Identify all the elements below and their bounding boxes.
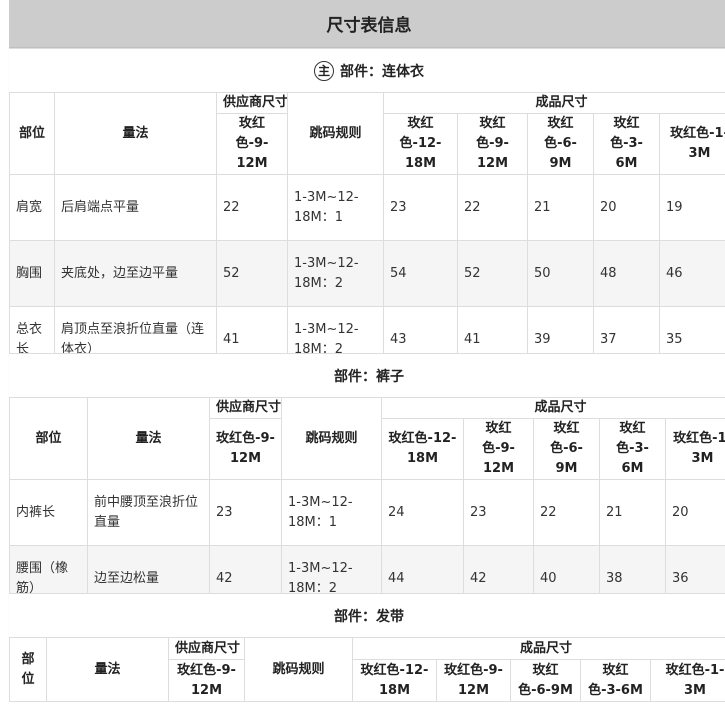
col-header-size: 玫红色-1-3M [649, 659, 725, 702]
cell-value: 22 [457, 174, 528, 241]
cell-value: 23 [463, 479, 534, 546]
col-header-size: 玫红色-3-6M [599, 418, 666, 480]
cell-value: 20 [593, 174, 660, 241]
cell-value: 22 [533, 479, 600, 546]
section-title-pants: 部件：裤子 [9, 353, 725, 398]
col-header-size: 玫红色-3-6M [593, 113, 660, 175]
cell-part: 肩宽 [9, 174, 55, 241]
size-table-bodysuit: 部位 量法 供应商尺寸 跳码规则 成品尺寸 玫红色-9-12M 玫红色-12-1… [9, 92, 725, 373]
cell-rule: 1-3M~12-18M：2 [287, 240, 384, 307]
col-header-rule: 跳码规则 [244, 637, 353, 702]
col-header-supplier: 供应商尺寸 [216, 92, 288, 114]
col-header-size: 玫红色-12-18M [352, 659, 437, 702]
col-header-method: 量法 [46, 637, 169, 702]
cell-value: 19 [658, 174, 725, 241]
main-badge-icon: 主 [314, 60, 334, 81]
size-table-pants: 部位 量法 供应商尺寸 跳码规则 成品尺寸 玫红色-9-12M 玫红色-12-1… [9, 397, 725, 612]
cell-value: 52 [457, 240, 528, 307]
col-header-size: 玫红色-6-9M [527, 113, 594, 175]
col-header-rule: 跳码规则 [287, 92, 384, 175]
cell-method: 前中腰顶至浪折位直量 [87, 479, 210, 546]
col-header-finished: 成品尺寸 [380, 397, 725, 419]
cell-value: 21 [527, 174, 594, 241]
table-row: 内裤长 前中腰顶至浪折位直量 23 1-3M~12-18M：1 24 23 22… [9, 479, 725, 546]
col-header-part: 部位 [9, 92, 55, 175]
cell-value: 20 [664, 479, 725, 546]
col-header-supplier: 供应商尺寸 [209, 397, 282, 419]
col-header-supplier-size: 玫红色-9-12M [209, 418, 282, 480]
cell-part: 内裤长 [9, 479, 88, 546]
cell-value: 24 [381, 479, 464, 546]
cell-method: 后肩端点平量 [54, 174, 217, 241]
table-row: 胸围 夹底处，边至边平量 52 1-3M~12-18M：2 54 52 50 4… [9, 240, 725, 307]
col-header-size: 玫红色-6-9M [533, 418, 600, 480]
col-header-size: 玫红色-12-18M [381, 418, 464, 480]
size-chart-page: 尺寸表信息 主 部件：连体衣 部位 量法 供应商尺寸 跳码规则 成品尺寸 玫红色… [0, 0, 725, 705]
col-header-rule: 跳码规则 [281, 397, 382, 480]
col-header-part: 部位 [9, 397, 88, 480]
cell-supplier: 22 [216, 174, 288, 241]
col-header-size: 玫红色-9-12M [463, 418, 534, 480]
col-header-size: 玫红色-3-6M [580, 659, 651, 702]
cell-value: 50 [527, 240, 594, 307]
col-header-supplier-size: 玫红色-9-12M [216, 113, 288, 175]
section-title-bodysuit: 主 部件：连体衣 [9, 48, 725, 93]
col-header-supplier: 供应商尺寸 [168, 637, 245, 660]
col-header-size: 玫红色-9-12M [436, 659, 511, 702]
cell-value: 48 [593, 240, 660, 307]
col-header-method: 量法 [54, 92, 217, 175]
cell-value: 21 [599, 479, 666, 546]
page-title: 尺寸表信息 [9, 0, 725, 48]
col-header-size: 玫红色-1-3M [658, 113, 725, 175]
col-header-part: 部位 [9, 637, 47, 702]
col-header-supplier-size: 玫红色-9-12M [168, 659, 245, 702]
section-title-headband: 部件：发带 [9, 593, 725, 638]
col-header-size: 玫红色-12-18M [383, 113, 458, 175]
cell-supplier: 23 [209, 479, 282, 546]
cell-rule: 1-3M~12-18M：1 [287, 174, 384, 241]
cell-supplier: 52 [216, 240, 288, 307]
col-header-size: 玫红色-9-12M [457, 113, 528, 175]
col-header-size: 玫红色-1-3M [664, 418, 725, 480]
cell-method: 夹底处，边至边平量 [54, 240, 217, 307]
size-table-headband: 部位 量法 供应商尺寸 跳码规则 成品尺寸 玫红色-9-12M 玫红色-12-1… [9, 637, 725, 702]
cell-value: 54 [383, 240, 458, 307]
cell-value: 46 [658, 240, 725, 307]
table-row: 肩宽 后肩端点平量 22 1-3M~12-18M：1 23 22 21 20 1… [9, 174, 725, 241]
col-header-size: 玫红色-6-9M [510, 659, 581, 702]
cell-value: 23 [383, 174, 458, 241]
cell-rule: 1-3M~12-18M：1 [281, 479, 382, 546]
section-title-text: 部件：连体衣 [340, 63, 424, 80]
cell-part: 胸围 [9, 240, 55, 307]
col-header-method: 量法 [87, 397, 210, 480]
col-header-finished: 成品尺寸 [382, 92, 725, 114]
col-header-finished: 成品尺寸 [351, 637, 725, 660]
